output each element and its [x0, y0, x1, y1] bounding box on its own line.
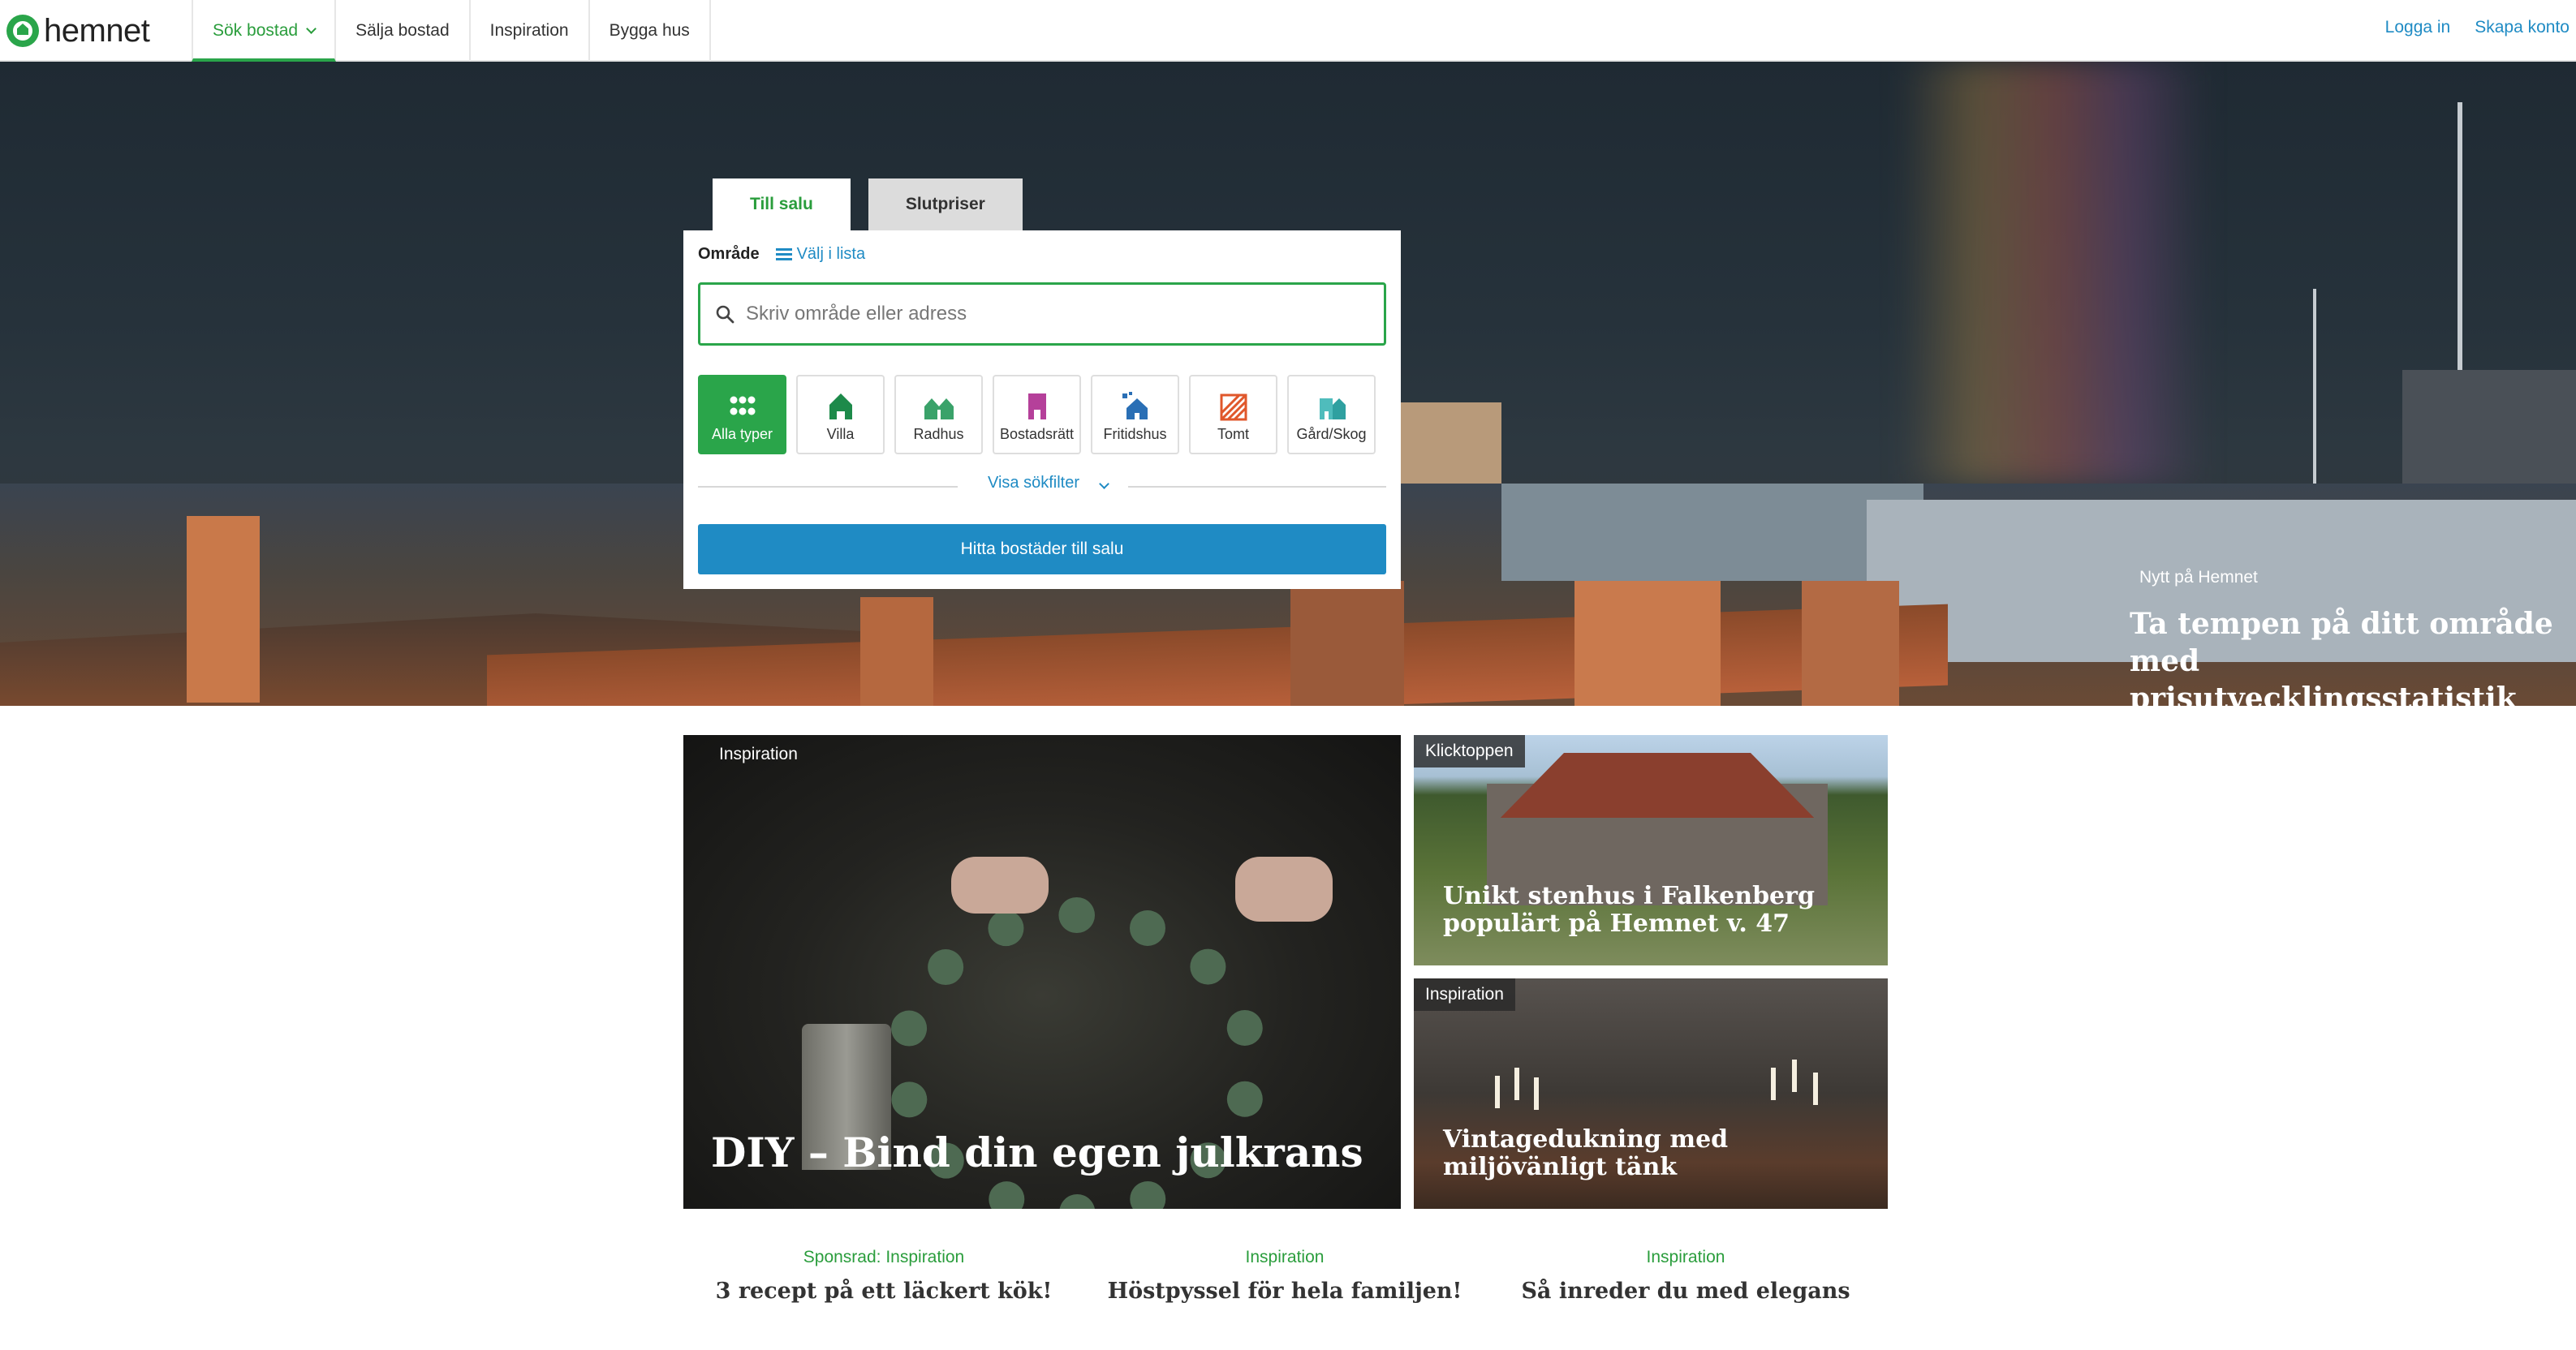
nav-tab-bygga-hus[interactable]: Bygga hus [590, 0, 711, 62]
article-link[interactable]: Inspiration Så inreder du med elegans [1485, 1248, 1886, 1304]
filter-toggle-row: Visa sökfilter [698, 474, 1386, 498]
nav-tab-label: Sök bostad [213, 21, 299, 40]
find-homes-button[interactable]: Hitta bostäder till salu [698, 524, 1386, 574]
card-title: Vintagedukning med miljövänligt tänk [1443, 1125, 1729, 1181]
hero-chimney [1574, 581, 1721, 706]
area-label: Område [698, 245, 760, 263]
article-link-title: Så inreder du med elegans [1521, 1279, 1850, 1304]
plot-icon [1220, 393, 1247, 421]
type-radhus[interactable]: Radhus [894, 375, 983, 454]
article-link[interactable]: Sponsrad: Inspiration 3 recept på ett lä… [683, 1248, 1084, 1304]
article-link-title: Höstpyssel för hela familjen! [1107, 1279, 1462, 1304]
logo-text: hemnet [44, 12, 150, 49]
type-label: Villa [826, 426, 855, 442]
article-links-row: Sponsrad: Inspiration 3 recept på ett lä… [683, 1248, 1888, 1304]
show-filters-link[interactable]: Visa sökfilter [698, 474, 1386, 492]
card-title: DIY – Bind din egen julkrans [711, 1129, 1363, 1176]
hero-chimney [187, 516, 260, 703]
tab-till-salu[interactable]: Till salu [713, 178, 851, 230]
hero-mast [2313, 289, 2316, 492]
holiday-house-icon [1122, 392, 1148, 419]
card-image-candle [1495, 1076, 1500, 1108]
login-link[interactable]: Logga in [2385, 18, 2451, 37]
card-title: Unikt stenhus i Falkenberg populärt på H… [1443, 882, 1815, 938]
article-link[interactable]: Inspiration Höstpyssel för hela familjen… [1084, 1248, 1485, 1304]
search-input[interactable] [746, 303, 1363, 325]
tab-slutpriser[interactable]: Slutpriser [868, 178, 1023, 230]
type-label: Tomt [1217, 426, 1249, 442]
property-type-selector: Alla typer Villa Radhus Bostadsrätt Frit… [698, 375, 1376, 454]
card-tag: Inspiration [1414, 978, 1515, 1011]
type-label: Gård/Skog [1296, 426, 1367, 442]
card-image-hand [951, 857, 1049, 914]
hemnet-logo-icon [6, 15, 39, 47]
article-link-title: 3 recept på ett läckert kök! [715, 1279, 1053, 1304]
area-row: Område Välj i lista [698, 245, 865, 264]
article-card-main[interactable]: Inspiration DIY – Bind din egen julkrans [683, 735, 1401, 1209]
nav-tab-inspiration[interactable]: Inspiration [471, 0, 590, 62]
article-link-category: Inspiration [1245, 1248, 1325, 1266]
hero-building [1501, 484, 1923, 581]
account-links: Logga in Skapa konto [2385, 0, 2570, 55]
type-villa[interactable]: Villa [796, 375, 885, 454]
hero-promo-title[interactable]: Ta tempen på ditt område med prisutveckl… [2130, 605, 2568, 706]
search-mode-tabs: Till salu Slutpriser [713, 178, 1023, 230]
chevron-down-icon [1099, 479, 1109, 489]
card-image-candle [1813, 1073, 1818, 1105]
article-card-side-1[interactable]: Klicktoppen Unikt stenhus i Falkenberg p… [1414, 735, 1888, 965]
choose-from-list-label: Välj i lista [796, 245, 866, 263]
article-link-category: Sponsrad: Inspiration [803, 1248, 965, 1266]
type-gard-skog[interactable]: Gård/Skog [1287, 375, 1376, 454]
hero-rainbow [1899, 62, 2208, 484]
hero-chimney [860, 597, 933, 706]
hero-chimney [1290, 581, 1404, 706]
article-card-side-2[interactable]: Inspiration Vintagedukning med miljövänl… [1414, 978, 1888, 1209]
apartment-icon [1027, 393, 1046, 419]
card-image-candle [1771, 1068, 1776, 1100]
type-alla-typer[interactable]: Alla typer [698, 375, 786, 454]
nav-tab-sok-bostad[interactable]: Sök bostad [192, 0, 337, 62]
list-icon [775, 248, 792, 260]
signup-link[interactable]: Skapa konto [2475, 18, 2570, 37]
card-image-candle [1792, 1060, 1797, 1092]
top-nav: hemnet Sök bostad Sälja bostad Inspirati… [0, 0, 2576, 62]
hero-chimney [1802, 581, 1899, 706]
type-label: Alla typer [711, 426, 773, 442]
show-filters-label: Visa sökfilter [976, 474, 1091, 492]
type-label: Bostadsrätt [999, 426, 1075, 442]
type-fritidshus[interactable]: Fritidshus [1091, 375, 1179, 454]
house-icon [829, 393, 852, 419]
nav-tab-label: Bygga hus [609, 21, 690, 40]
main-nav-tabs: Sök bostad Sälja bostad Inspiration Bygg… [192, 0, 711, 62]
card-image-hand [1235, 857, 1333, 922]
farm-icon [1319, 398, 1346, 419]
search-field[interactable] [698, 282, 1386, 346]
nav-tab-label: Inspiration [489, 21, 569, 40]
townhouse-icon [924, 398, 954, 419]
card-tag: Inspiration [719, 745, 798, 763]
card-image-candle [1514, 1068, 1519, 1100]
grid-dots-icon [730, 396, 755, 415]
search-icon [716, 305, 734, 324]
hemnet-logo[interactable]: hemnet [6, 10, 150, 52]
type-label: Fritidshus [1103, 426, 1167, 442]
chevron-down-icon [306, 23, 317, 34]
type-label: Radhus [913, 426, 964, 442]
nav-tab-label: Sälja bostad [355, 21, 450, 40]
type-bostadsratt[interactable]: Bostadsrätt [993, 375, 1081, 454]
search-panel: Område Välj i lista Alla typer Villa Rad… [683, 230, 1401, 589]
type-tomt[interactable]: Tomt [1189, 375, 1277, 454]
choose-from-list-link[interactable]: Välj i lista [775, 245, 866, 264]
card-tag: Klicktoppen [1414, 735, 1525, 767]
article-link-category: Inspiration [1646, 1248, 1725, 1266]
card-image-candle [1534, 1077, 1539, 1110]
hero-promo-label: Nytt på Hemnet [2139, 568, 2258, 587]
nav-tab-salja-bostad[interactable]: Sälja bostad [336, 0, 471, 62]
